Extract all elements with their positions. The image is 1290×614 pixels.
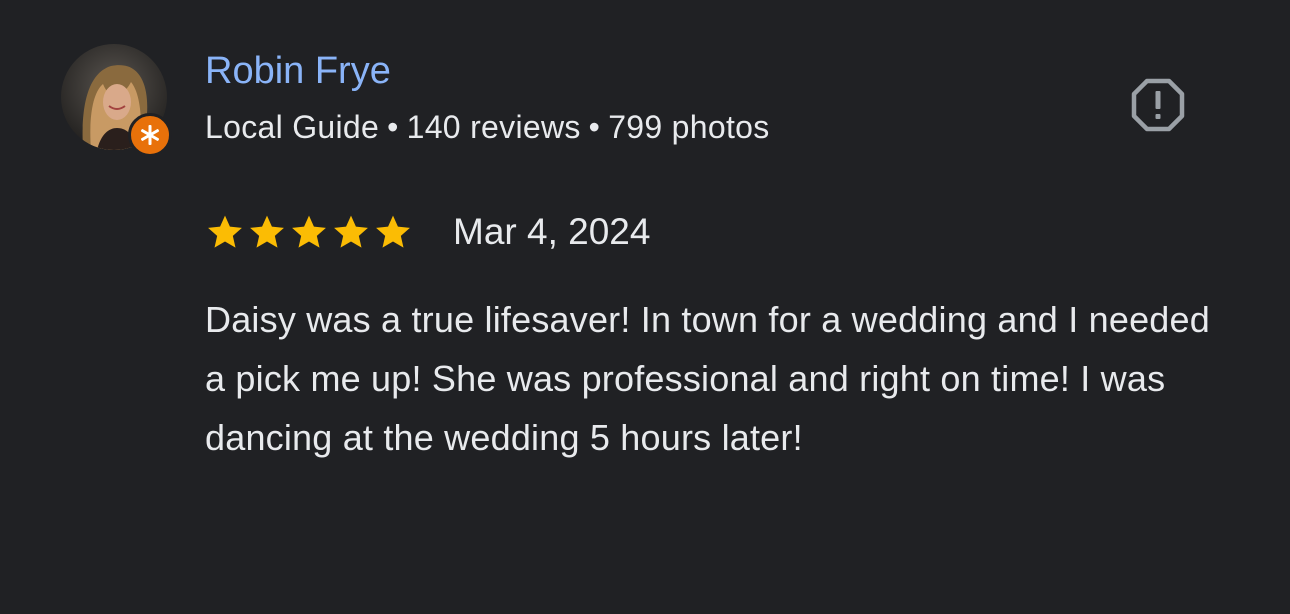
rating-row: Mar 4, 2024 (205, 208, 650, 256)
review-date: Mar 4, 2024 (453, 211, 651, 252)
meta-separator: • (588, 109, 601, 145)
photos-count: 799 photos (608, 109, 770, 145)
star-icon (250, 215, 284, 248)
local-guide-label: Local Guide (205, 109, 380, 145)
star-icon (334, 215, 368, 248)
report-button[interactable] (1125, 75, 1191, 135)
report-octagon-icon (1131, 78, 1185, 132)
star-icon (376, 215, 410, 248)
review-card: Robin Frye Local Guide • 140 reviews • 799 p… (0, 0, 1290, 614)
star-icon (292, 215, 326, 248)
reviews-count: 140 reviews (406, 109, 581, 145)
reviewer-meta: Local Guide • 140 reviews • 799 photos (205, 106, 770, 148)
reviewer-avatar-wrap[interactable] (61, 44, 172, 157)
meta-separator: • (387, 109, 399, 145)
reviewer-name[interactable]: Robin Frye (205, 48, 391, 94)
star-rating (205, 212, 413, 252)
local-guide-star-icon (140, 125, 160, 145)
local-guide-badge (128, 113, 172, 157)
review-text: Daisy was a true lifesaver! In town for … (205, 299, 1210, 458)
star-icon (208, 215, 242, 248)
